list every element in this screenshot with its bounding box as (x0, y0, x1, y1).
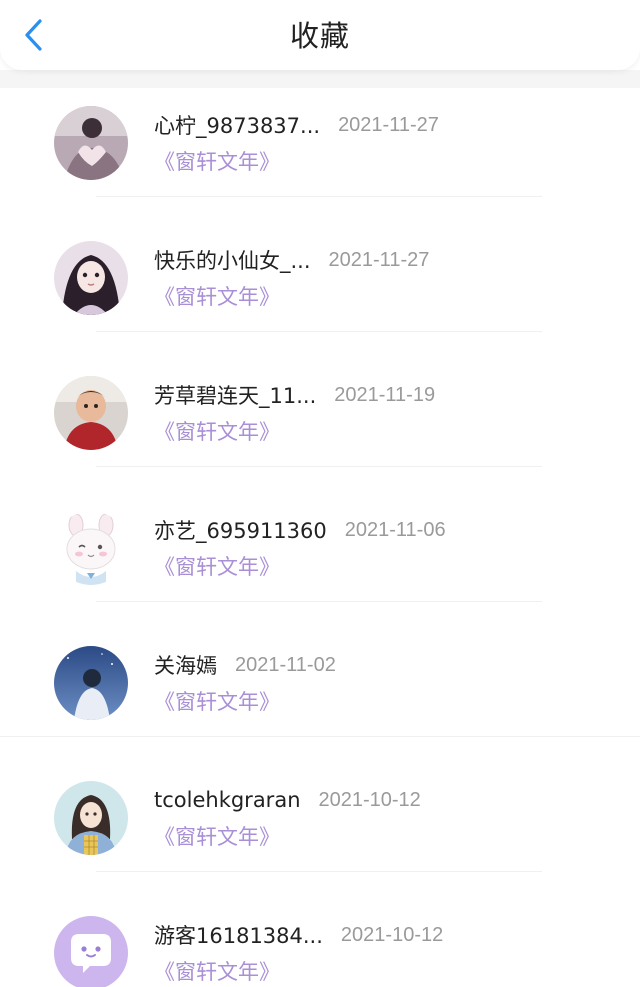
avatar-photo-night-sky-icon (54, 646, 128, 720)
avatar[interactable] (54, 241, 128, 315)
divider (96, 466, 542, 467)
item-header: tcolehkgraran 2021-10-12 (154, 785, 421, 815)
date: 2021-11-19 (334, 383, 436, 406)
item-header: 心柠_9873837... 2021-11-27 (154, 110, 439, 140)
book-title[interactable]: 《窗轩文年》 (154, 821, 280, 851)
item-header: 亦艺_695911360 2021-11-06 (154, 515, 446, 545)
divider (0, 736, 640, 737)
avatar[interactable] (54, 106, 128, 180)
list-item[interactable]: 心柠_9873837... 2021-11-27 《窗轩文年》 (0, 88, 640, 223)
user-name[interactable]: 游客16181384... (154, 920, 323, 950)
list-item[interactable]: 游客16181384... 2021-10-12 《窗轩文年》 (0, 898, 640, 987)
user-name[interactable]: 心柠_9873837... (154, 110, 320, 140)
user-name[interactable]: 关海嫣 (154, 650, 217, 680)
list-item[interactable]: tcolehkgraran 2021-10-12 《窗轩文年》 (0, 763, 640, 898)
list-item[interactable]: 芳草碧连天_11... 2021-11-19 《窗轩文年》 (0, 358, 640, 493)
date: 2021-11-27 (338, 113, 439, 136)
book-title[interactable]: 《窗轩文年》 (154, 416, 280, 446)
user-name[interactable]: 芳草碧连天_11... (154, 380, 316, 410)
avatar-photo-baby-icon (54, 376, 128, 450)
item-header: 关海嫣 2021-11-02 (154, 650, 336, 680)
divider (96, 196, 542, 197)
avatar-photo-girl-icon (54, 241, 128, 315)
divider (96, 871, 542, 872)
list-item[interactable]: 关海嫣 2021-11-02 《窗轩文年》 (0, 628, 640, 763)
avatar[interactable] (54, 781, 128, 855)
avatar[interactable] (54, 376, 128, 450)
item-header: 快乐的小仙女_... 2021-11-27 (154, 245, 429, 275)
divider (96, 331, 542, 332)
avatar-default-chat-bubble-icon (54, 916, 128, 987)
favorites-list: 心柠_9873837... 2021-11-27 《窗轩文年》 快乐的小仙女_.… (0, 88, 640, 987)
top-bar: 收藏 (0, 0, 640, 70)
date: 2021-10-12 (340, 923, 444, 946)
book-title[interactable]: 《窗轩文年》 (154, 686, 280, 716)
divider (96, 601, 542, 602)
list-item[interactable]: 亦艺_695911360 2021-11-06 《窗轩文年》 (0, 493, 640, 628)
item-header: 游客16181384... 2021-10-12 (154, 920, 443, 950)
date: 2021-11-06 (344, 518, 446, 541)
item-header: 芳草碧连天_11... 2021-11-19 (154, 380, 435, 410)
avatar-illustration-girl-icon (54, 781, 128, 855)
avatar[interactable] (54, 916, 128, 987)
header-gap (0, 70, 640, 88)
book-title[interactable]: 《窗轩文年》 (154, 146, 280, 176)
date: 2021-11-02 (235, 653, 336, 676)
book-title[interactable]: 《窗轩文年》 (154, 281, 280, 311)
list-item[interactable]: 快乐的小仙女_... 2021-11-27 《窗轩文年》 (0, 223, 640, 358)
avatar-cartoon-bunny-icon (54, 511, 128, 585)
user-name[interactable]: tcolehkgraran (154, 788, 301, 812)
date: 2021-10-12 (318, 788, 421, 811)
user-name[interactable]: 亦艺_695911360 (154, 515, 327, 545)
book-title[interactable]: 《窗轩文年》 (154, 551, 280, 581)
date: 2021-11-27 (328, 248, 430, 271)
user-name[interactable]: 快乐的小仙女_... (154, 245, 311, 275)
favorites-page: 收藏 心柠_9873837... 2021-11-27 《窗轩文年》 快乐的小仙… (0, 0, 640, 987)
book-title[interactable]: 《窗轩文年》 (154, 956, 280, 986)
avatar[interactable] (54, 646, 128, 720)
page-title: 收藏 (289, 19, 350, 53)
avatar[interactable] (54, 511, 128, 585)
avatar-photo-heart-hands-icon (54, 106, 128, 180)
